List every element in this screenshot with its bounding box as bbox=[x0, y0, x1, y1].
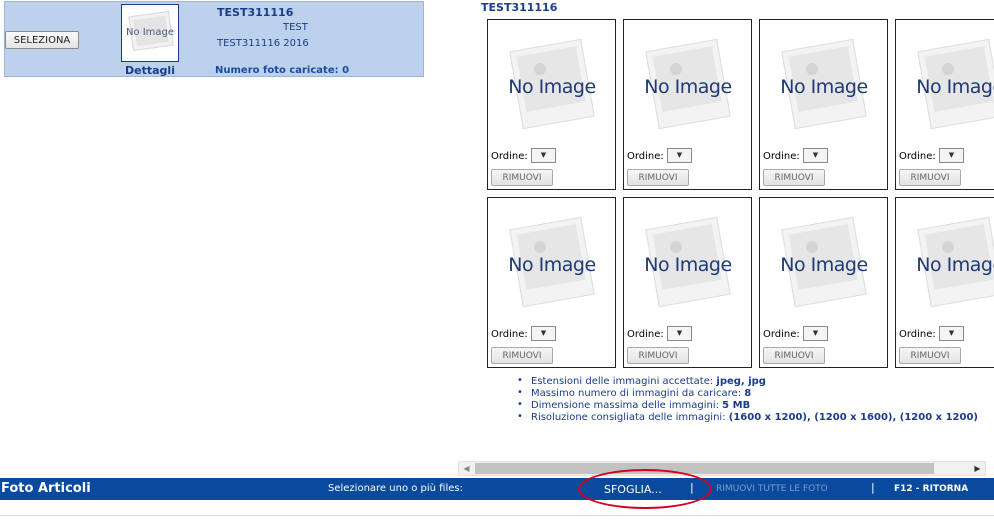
article-thumbnail[interactable]: No Image bbox=[121, 4, 179, 62]
photo-slot: No Image Ordine: ▼ RIMUOVI bbox=[895, 197, 994, 368]
order-label: Ordine: bbox=[627, 151, 664, 162]
remove-photo-button[interactable]: RIMUOVI bbox=[491, 169, 553, 186]
scroll-left-icon[interactable]: ◀ bbox=[459, 462, 474, 475]
info-value: 5 MB bbox=[722, 400, 751, 411]
remove-photo-button[interactable]: RIMUOVI bbox=[627, 169, 689, 186]
no-image-placeholder: No Image bbox=[774, 203, 874, 321]
scrollbar-thumb[interactable] bbox=[475, 463, 934, 474]
placeholder-text: No Image bbox=[916, 254, 994, 276]
order-label: Ordine: bbox=[491, 329, 528, 340]
remove-photo-button[interactable]: RIMUOVI bbox=[899, 347, 961, 364]
info-item: Dimensione massima delle immagini: 5 MB bbox=[517, 399, 978, 412]
chevron-down-icon: ▼ bbox=[812, 329, 819, 337]
order-select[interactable]: ▼ bbox=[531, 326, 556, 341]
remove-photo-button[interactable]: RIMUOVI bbox=[763, 169, 825, 186]
no-image-placeholder: No Image bbox=[502, 25, 602, 143]
photo-gallery: No Image Ordine: ▼ RIMUOVI No Image Ordine: ▼ R… bbox=[487, 19, 994, 371]
info-label: Risoluzione consigliata delle immagini: bbox=[531, 412, 729, 423]
thumbnail-placeholder-text: No Image bbox=[125, 27, 175, 38]
scroll-right-icon[interactable]: ▶ bbox=[970, 462, 985, 475]
chevron-down-icon: ▼ bbox=[948, 329, 955, 337]
footer-divider bbox=[0, 515, 994, 516]
placeholder-text: No Image bbox=[780, 76, 868, 98]
order-label: Ordine: bbox=[899, 329, 936, 340]
chevron-down-icon: ▼ bbox=[812, 151, 819, 159]
order-label: Ordine: bbox=[899, 151, 936, 162]
select-button[interactable]: SELEZIONA bbox=[5, 31, 79, 49]
order-select[interactable]: ▼ bbox=[939, 326, 964, 341]
article-panel: SELEZIONA No Image Dettagli TEST311116 T… bbox=[4, 1, 424, 77]
remove-photo-button[interactable]: RIMUOVI bbox=[763, 347, 825, 364]
order-select[interactable]: ▼ bbox=[803, 148, 828, 163]
photo-slot: No Image Ordine: ▼ RIMUOVI bbox=[895, 19, 994, 190]
info-item: Massimo numero di immagini da caricare: … bbox=[517, 387, 978, 400]
page-title: Foto Articoli bbox=[1, 481, 91, 496]
placeholder-text: No Image bbox=[780, 254, 868, 276]
info-label: Estensioni delle immagini accettate: bbox=[531, 376, 717, 387]
article-code: TEST311116 bbox=[217, 6, 294, 19]
photo-slot: No Image Ordine: ▼ RIMUOVI bbox=[623, 197, 752, 368]
bottom-toolbar: Foto Articoli Selezionare uno o più file… bbox=[0, 478, 994, 500]
photo-slot: No Image Ordine: ▼ RIMUOVI bbox=[759, 197, 888, 368]
photo-slot: No Image Ordine: ▼ RIMUOVI bbox=[487, 19, 616, 190]
placeholder-text: No Image bbox=[916, 76, 994, 98]
photo-slot: No Image Ordine: ▼ RIMUOVI bbox=[759, 19, 888, 190]
chevron-down-icon: ▼ bbox=[676, 151, 683, 159]
photo-slot: No Image Ordine: ▼ RIMUOVI bbox=[623, 19, 752, 190]
no-image-placeholder: No Image bbox=[774, 25, 874, 143]
info-value: (1600 x 1200), (1200 x 1600), (1200 x 12… bbox=[728, 412, 978, 423]
article-line: TEST311116 2016 bbox=[217, 38, 309, 49]
details-link[interactable]: Dettagli bbox=[121, 64, 179, 77]
horizontal-scrollbar[interactable]: ◀ ▶ bbox=[458, 461, 986, 476]
remove-photo-button[interactable]: RIMUOVI bbox=[491, 347, 553, 364]
no-image-placeholder: No Image bbox=[910, 203, 994, 321]
info-value: jpeg, jpg bbox=[716, 376, 766, 387]
chevron-down-icon: ▼ bbox=[948, 151, 955, 159]
order-select[interactable]: ▼ bbox=[531, 148, 556, 163]
placeholder-text: No Image bbox=[644, 76, 732, 98]
no-image-placeholder: No Image bbox=[502, 203, 602, 321]
order-select[interactable]: ▼ bbox=[667, 148, 692, 163]
remove-photo-button[interactable]: RIMUOVI bbox=[627, 347, 689, 364]
photo-slot: No Image Ordine: ▼ RIMUOVI bbox=[487, 197, 616, 368]
order-select[interactable]: ▼ bbox=[939, 148, 964, 163]
photo-count: Numero foto caricate: 0 bbox=[215, 65, 350, 76]
info-label: Dimensione massima delle immagini: bbox=[531, 400, 723, 411]
toolbar-separator: | bbox=[871, 481, 875, 494]
gallery-title: TEST311116 bbox=[481, 1, 558, 14]
info-label: Massimo numero di immagini da caricare: bbox=[531, 388, 745, 399]
no-image-placeholder: No Image bbox=[638, 25, 738, 143]
placeholder-text: No Image bbox=[644, 254, 732, 276]
order-select[interactable]: ▼ bbox=[803, 326, 828, 341]
no-image-placeholder: No Image bbox=[910, 25, 994, 143]
no-image-placeholder: No Image bbox=[638, 203, 738, 321]
upload-info-list: Estensioni delle immagini accettate: jpe… bbox=[517, 375, 978, 424]
file-select-hint: Selezionare uno o più files: bbox=[328, 483, 463, 494]
remove-photo-button[interactable]: RIMUOVI bbox=[899, 169, 961, 186]
chevron-down-icon: ▼ bbox=[540, 151, 547, 159]
info-value: 8 bbox=[744, 388, 752, 399]
return-button[interactable]: F12 - RITORNA bbox=[894, 484, 968, 494]
order-label: Ordine: bbox=[491, 151, 528, 162]
order-label: Ordine: bbox=[763, 329, 800, 340]
info-item: Estensioni delle immagini accettate: jpe… bbox=[517, 375, 978, 388]
article-description: TEST bbox=[283, 22, 308, 33]
chevron-down-icon: ▼ bbox=[540, 329, 547, 337]
placeholder-text: No Image bbox=[508, 254, 596, 276]
chevron-down-icon: ▼ bbox=[676, 329, 683, 337]
browse-highlight-circle bbox=[578, 469, 712, 509]
order-select[interactable]: ▼ bbox=[667, 326, 692, 341]
order-label: Ordine: bbox=[763, 151, 800, 162]
remove-all-photos-button[interactable]: RIMUOVI TUTTE LE FOTO bbox=[716, 484, 828, 494]
info-item: Risoluzione consigliata delle immagini: … bbox=[517, 411, 978, 424]
order-label: Ordine: bbox=[627, 329, 664, 340]
placeholder-text: No Image bbox=[508, 76, 596, 98]
